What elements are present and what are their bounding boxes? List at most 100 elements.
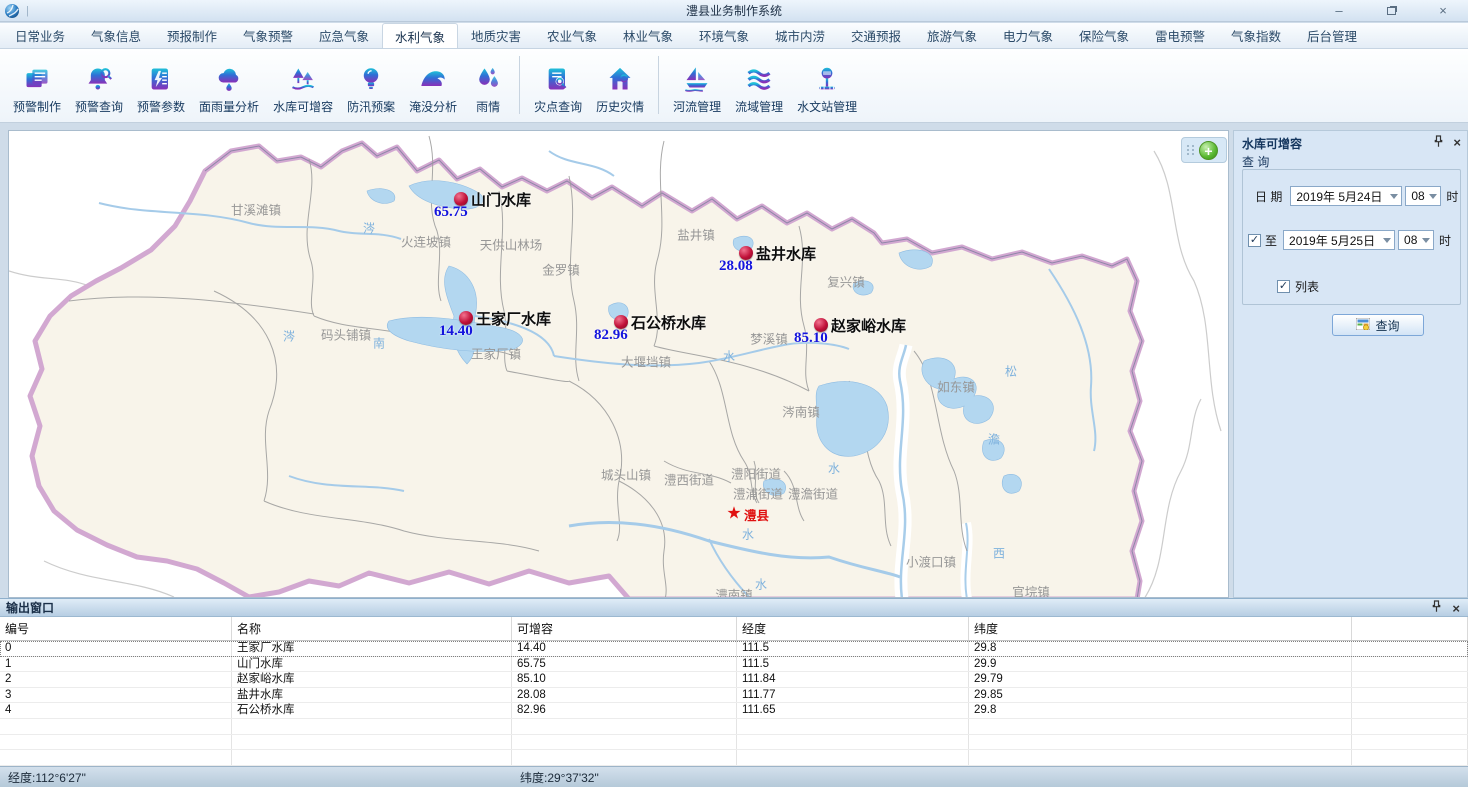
- toolbar-button-warning-query[interactable]: 预警查询: [68, 53, 130, 117]
- toolbar-button-hydrostation-management[interactable]: 水文站管理: [790, 53, 864, 117]
- pin-icon[interactable]: [1431, 600, 1442, 616]
- reservoir-marker[interactable]: [459, 311, 473, 325]
- toolbar-button-disaster-point-query[interactable]: 灾点查询: [527, 53, 589, 117]
- toolbar-label: 雨情: [476, 98, 500, 115]
- reservoir-marker[interactable]: [814, 318, 828, 332]
- menu-tab-17[interactable]: 后台管理: [1294, 23, 1370, 48]
- hour-from-select[interactable]: 08: [1405, 186, 1441, 206]
- table-cell: 29.8: [969, 703, 1352, 718]
- table-cell: 111.5: [737, 657, 969, 672]
- toolbar-button-disaster-history[interactable]: 历史灾情: [589, 53, 651, 117]
- menu-tab-16[interactable]: 气象指数: [1218, 23, 1294, 48]
- toolbar-button-river-management[interactable]: 河流管理: [666, 53, 728, 117]
- table-cell: 111.5: [737, 641, 969, 656]
- date-from-select[interactable]: 2019年 5月24日: [1290, 186, 1402, 206]
- window-restore-button[interactable]: [1378, 2, 1404, 20]
- menu-bar: 日常业务气象信息预报制作气象预警应急气象水利气象地质灾害农业气象林业气象环境气象…: [0, 23, 1468, 49]
- column-header[interactable]: 可增容: [512, 617, 737, 640]
- list-checkbox[interactable]: ✓: [1277, 280, 1290, 293]
- bell-search-icon: [82, 63, 116, 95]
- window-minimize-button[interactable]: –: [1326, 2, 1352, 20]
- table-cell: 29.8: [969, 641, 1352, 656]
- cloud-drop-icon: [212, 63, 246, 95]
- drag-grip-icon: [1187, 145, 1195, 155]
- zoom-in-button[interactable]: +: [1181, 137, 1227, 163]
- menu-tab-8[interactable]: 林业气象: [610, 23, 686, 48]
- menu-tab-13[interactable]: 电力气象: [990, 23, 1066, 48]
- column-header[interactable]: 纬度: [969, 617, 1352, 640]
- table-cell: 29.9: [969, 657, 1352, 672]
- query-button-icon: [1356, 318, 1370, 333]
- hour-suffix-label: 时: [1446, 188, 1458, 205]
- toolbar-button-flood-plan[interactable]: 防汛预案: [340, 53, 402, 117]
- pin-icon[interactable]: [1433, 135, 1444, 150]
- output-window-title: 输出窗口: [6, 599, 54, 616]
- column-header[interactable]: 编号: [0, 617, 232, 640]
- toolbar-button-basin-management[interactable]: 流域管理: [728, 53, 790, 117]
- table-row[interactable]: 0王家厂水库14.40111.529.8: [0, 641, 1468, 657]
- toolbar-label: 预警参数: [137, 98, 185, 115]
- query-button[interactable]: 查询: [1332, 314, 1424, 336]
- toolbar-separator: [519, 56, 520, 114]
- trees-water-icon: [286, 63, 320, 95]
- menu-tab-4[interactable]: 应急气象: [306, 23, 382, 48]
- toolbar-label: 面雨量分析: [199, 98, 259, 115]
- menu-tab-11[interactable]: 交通预报: [838, 23, 914, 48]
- table-row[interactable]: 3盐井水库28.08111.7729.85: [0, 688, 1468, 704]
- menu-tab-15[interactable]: 雷电预警: [1142, 23, 1218, 48]
- titlebar: | 澧县业务制作系统 – ×: [0, 0, 1468, 22]
- hour-suffix-label: 时: [1439, 232, 1451, 249]
- menu-tab-6[interactable]: 地质灾害: [458, 23, 534, 48]
- toolbar-button-inundation-analysis[interactable]: 淹没分析: [402, 53, 464, 117]
- map-area[interactable]: 甘溪滩镇火连坡镇天供山林场金罗镇盐井镇复兴镇码头铺镇王家厂镇大堰垱镇梦溪镇涔南镇…: [8, 130, 1229, 598]
- toolbar-button-area-rainfall-analysis[interactable]: 面雨量分析: [192, 53, 266, 117]
- to-date-checkbox[interactable]: ✓: [1248, 234, 1261, 247]
- menu-tab-1[interactable]: 气象信息: [78, 23, 154, 48]
- hour-to-select[interactable]: 08: [1398, 230, 1434, 250]
- table-cell: 2: [0, 672, 232, 687]
- menu-tab-5[interactable]: 水利气象: [382, 23, 458, 48]
- column-header[interactable]: 经度: [737, 617, 969, 640]
- toolbar-button-reservoir-capacity[interactable]: 水库可增容: [266, 53, 340, 117]
- doc-bolt-icon: [144, 63, 178, 95]
- table-row[interactable]: 2赵家峪水库85.10111.8429.79: [0, 672, 1468, 688]
- table-cell: 14.40: [512, 641, 737, 656]
- query-group-label: 查 询: [1234, 152, 1467, 170]
- table-cell: 山门水库: [232, 657, 512, 672]
- chevron-down-icon: [1422, 238, 1430, 243]
- menu-tab-10[interactable]: 城市内涝: [762, 23, 838, 48]
- menu-tab-2[interactable]: 预报制作: [154, 23, 230, 48]
- table-cell: 王家厂水库: [232, 641, 512, 656]
- toolbar-button-warning-create[interactable]: 预警制作: [6, 53, 68, 117]
- reservoir-marker[interactable]: [739, 246, 753, 260]
- table-empty-row: [0, 735, 1468, 751]
- toolbar-button-warning-params[interactable]: 预警参数: [130, 53, 192, 117]
- column-header[interactable]: 名称: [232, 617, 512, 640]
- reservoir-marker[interactable]: [614, 315, 628, 329]
- window-close-button[interactable]: ×: [1430, 2, 1456, 20]
- table-row[interactable]: 4石公桥水库82.96111.6529.8: [0, 703, 1468, 719]
- boat-icon: [680, 63, 714, 95]
- menu-tab-0[interactable]: 日常业务: [2, 23, 78, 48]
- menu-tab-3[interactable]: 气象预警: [230, 23, 306, 48]
- toolbar-label: 预警制作: [13, 98, 61, 115]
- toolbar-button-rain-condition[interactable]: 雨情: [464, 53, 512, 117]
- menu-tab-9[interactable]: 环境气象: [686, 23, 762, 48]
- table-cell: 0: [0, 641, 232, 656]
- menu-tab-14[interactable]: 保险气象: [1066, 23, 1142, 48]
- wave-icon: [416, 63, 450, 95]
- query-group: 日 期 2019年 5月24日 08 时 ✓ 至 2019年 5月25日 08 …: [1242, 169, 1461, 305]
- table-cell: 29.79: [969, 672, 1352, 687]
- menu-tab-7[interactable]: 农业气象: [534, 23, 610, 48]
- output-window-title-bar: 输出窗口 ×: [0, 599, 1468, 617]
- table-cell: 111.65: [737, 703, 969, 718]
- panel-close-icon[interactable]: ×: [1453, 137, 1461, 149]
- toolbar-label: 防汛预案: [347, 98, 395, 115]
- date-to-select[interactable]: 2019年 5月25日: [1283, 230, 1395, 250]
- reservoir-marker[interactable]: [454, 192, 468, 206]
- menu-tab-12[interactable]: 旅游气象: [914, 23, 990, 48]
- output-window: 输出窗口 × 编号名称可增容经度纬度0王家厂水库14.40111.529.81山…: [0, 598, 1468, 766]
- output-close-icon[interactable]: ×: [1452, 601, 1460, 616]
- table-row[interactable]: 1山门水库65.75111.529.9: [0, 657, 1468, 673]
- table-cell: 28.08: [512, 688, 737, 703]
